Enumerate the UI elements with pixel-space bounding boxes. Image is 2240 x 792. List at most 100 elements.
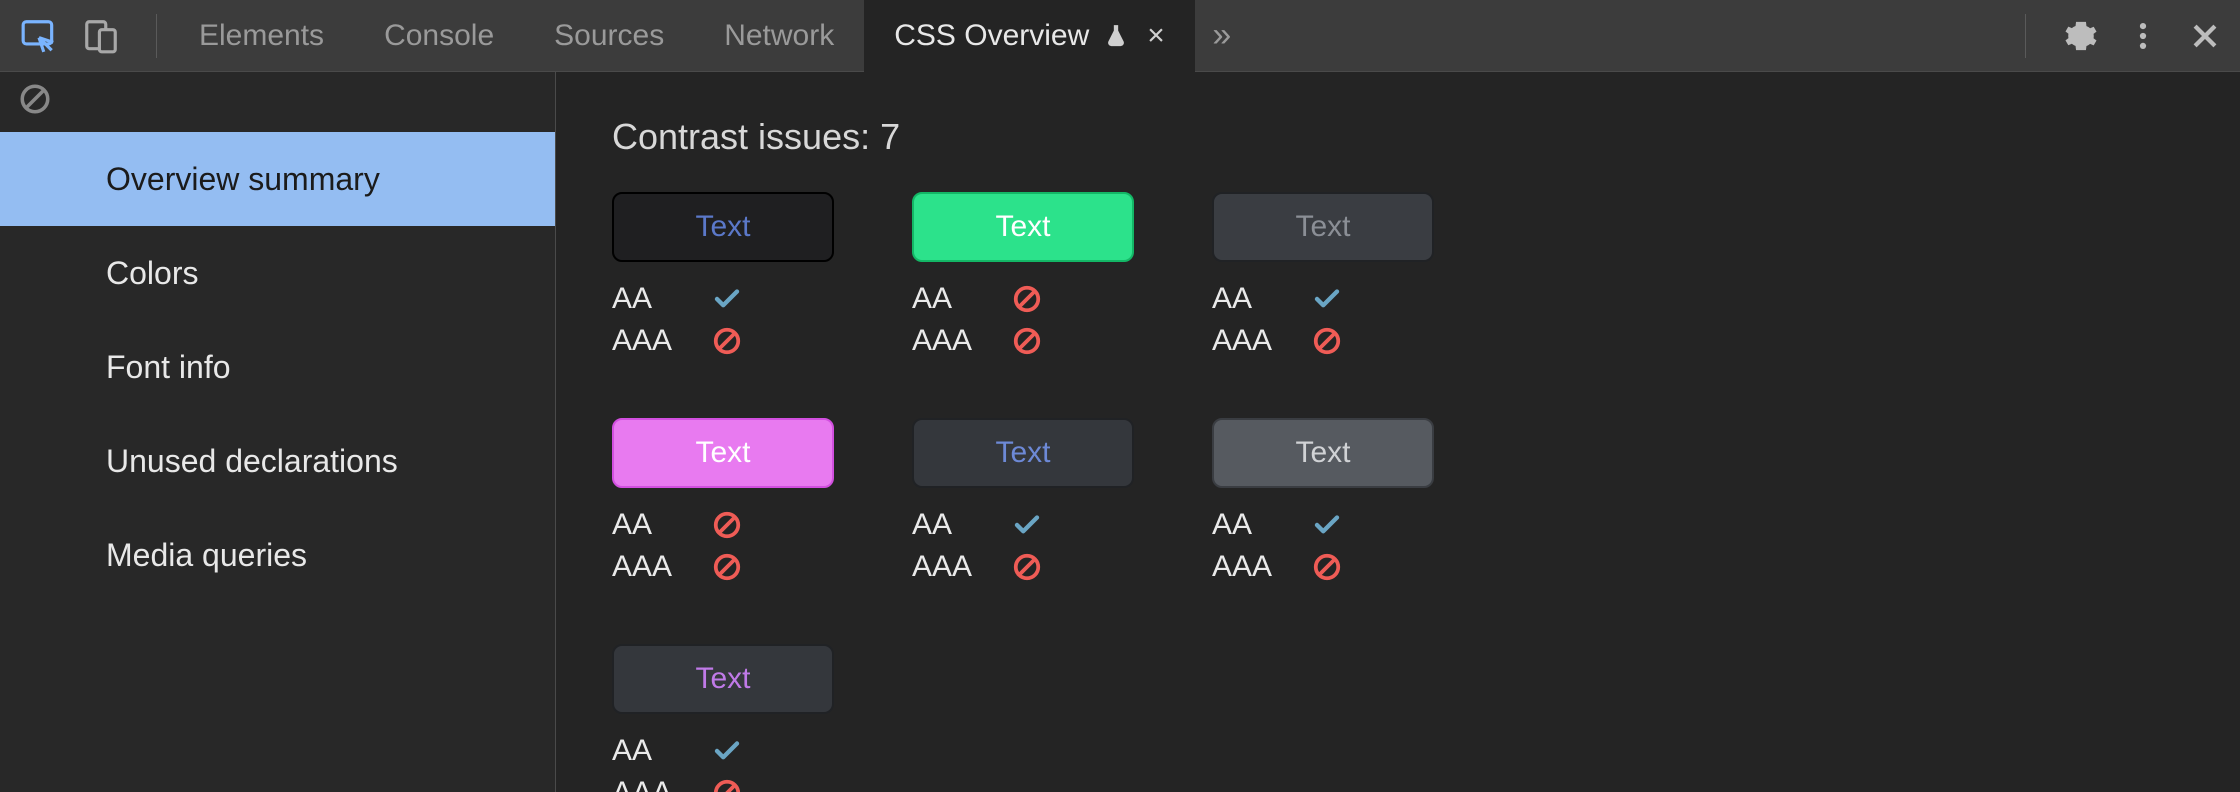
fail-icon	[1312, 326, 1342, 356]
tab-elements[interactable]: Elements	[169, 0, 354, 72]
tab-network[interactable]: Network	[694, 0, 864, 72]
rating-label: AA	[612, 508, 712, 542]
contrast-ratings: AA AAA	[912, 504, 1134, 588]
inspect-element-icon[interactable]	[20, 17, 58, 55]
rating-row-aa: AA	[612, 278, 834, 320]
rating-label: AAA	[612, 776, 712, 792]
rating-label: AAA	[912, 324, 1012, 358]
rating-row-aaa: AAA	[912, 320, 1134, 362]
rating-label: AAA	[1212, 324, 1312, 358]
chevrons-icon: »	[1212, 16, 1231, 55]
contrast-swatch-block: Text AA AAA	[1212, 192, 1434, 362]
rating-row-aaa: AAA	[612, 320, 834, 362]
contrast-swatch[interactable]: Text	[612, 644, 834, 714]
rating-row-aaa: AAA	[612, 772, 834, 792]
rating-row-aa: AA	[1212, 504, 1434, 546]
rating-label: AAA	[1212, 550, 1312, 584]
rating-label: AA	[612, 282, 712, 316]
sidebar-item-colors[interactable]: Colors	[0, 226, 555, 320]
fail-icon	[712, 510, 742, 540]
rating-row-aaa: AAA	[912, 546, 1134, 588]
experimental-flask-icon	[1103, 23, 1129, 49]
contrast-ratings: AA AAA	[612, 730, 834, 792]
sidebar-item-label: Media queries	[106, 537, 307, 574]
check-icon	[1012, 510, 1042, 540]
tab-label: Network	[724, 19, 834, 53]
clear-overview-icon[interactable]	[18, 82, 52, 123]
check-icon	[1312, 510, 1342, 540]
contrast-issues-heading: Contrast issues: 7	[612, 116, 2184, 158]
css-overview-main: Contrast issues: 7 TextAA AAA TextAA AAA…	[556, 72, 2240, 792]
rating-row-aa: AA	[612, 504, 834, 546]
contrast-swatch-block: Text AA AAA	[1212, 418, 1434, 588]
separator	[156, 14, 157, 58]
sidebar-item-media-queries[interactable]: Media queries	[0, 508, 555, 602]
contrast-ratings: AA AAA	[612, 278, 834, 362]
contrast-swatch-block: Text AA AAA	[912, 192, 1134, 362]
rating-label: AA	[612, 734, 712, 768]
rating-label: AA	[912, 282, 1012, 316]
fail-icon	[1012, 552, 1042, 582]
sidebar-item-label: Colors	[106, 255, 198, 292]
check-icon	[712, 736, 742, 766]
contrast-swatch[interactable]: Text	[1212, 192, 1434, 262]
rating-label: AA	[1212, 282, 1312, 316]
check-icon	[1312, 284, 1342, 314]
contrast-swatch[interactable]: Text	[1212, 418, 1434, 488]
tab-sources[interactable]: Sources	[524, 0, 694, 72]
sidebar-item-label: Overview summary	[106, 161, 380, 198]
panel-body: Overview summary Colors Font info Unused…	[0, 72, 2240, 792]
contrast-ratings: AA AAA	[1212, 278, 1434, 362]
rating-row-aa: AA	[1212, 278, 1434, 320]
contrast-swatch-block: Text AA AAA	[912, 418, 1134, 588]
fail-icon	[1012, 326, 1042, 356]
close-tab-icon[interactable]: ×	[1147, 21, 1165, 51]
fail-icon	[1012, 284, 1042, 314]
rating-label: AA	[1212, 508, 1312, 542]
css-overview-sidebar: Overview summary Colors Font info Unused…	[0, 72, 556, 792]
tabs-overflow-button[interactable]: »	[1195, 16, 1249, 55]
rating-row-aaa: AAA	[1212, 320, 1434, 362]
separator	[2025, 14, 2026, 58]
tab-console[interactable]: Console	[354, 0, 524, 72]
tab-label: Console	[384, 19, 494, 53]
tabbar-right-tools	[2013, 14, 2224, 58]
contrast-swatch-grid: Text AA AAA Text AA AAA Text AA AAA Text AA …	[612, 192, 1712, 792]
contrast-swatch[interactable]: Text	[612, 418, 834, 488]
sidebar-items: Overview summary Colors Font info Unused…	[0, 132, 555, 602]
tab-label: CSS Overview	[894, 19, 1089, 53]
rating-row-aa: AA	[612, 730, 834, 772]
contrast-swatch-block: Text AA AAA	[612, 192, 834, 362]
contrast-swatch[interactable]: Text	[912, 192, 1134, 262]
devtools-tabbar: Elements Console Sources Network CSS Ove…	[0, 0, 2240, 72]
sidebar-item-overview-summary[interactable]: Overview summary	[0, 132, 555, 226]
rating-label: AAA	[612, 550, 712, 584]
tab-label: Elements	[199, 19, 324, 53]
sidebar-item-unused-declarations[interactable]: Unused declarations	[0, 414, 555, 508]
sidebar-item-label: Font info	[106, 349, 231, 386]
tab-css-overview[interactable]: CSS Overview ×	[864, 0, 1195, 72]
settings-gear-icon[interactable]	[2062, 17, 2100, 55]
rating-row-aaa: AAA	[1212, 546, 1434, 588]
tab-label: Sources	[554, 19, 664, 53]
kebab-menu-icon[interactable]	[2124, 17, 2162, 55]
contrast-ratings: AA AAA	[912, 278, 1134, 362]
check-icon	[712, 284, 742, 314]
rating-label: AAA	[912, 550, 1012, 584]
sidebar-item-font-info[interactable]: Font info	[0, 320, 555, 414]
fail-icon	[1312, 552, 1342, 582]
tabbar-left-tools	[20, 14, 169, 58]
fail-icon	[712, 778, 742, 792]
fail-icon	[712, 326, 742, 356]
sidebar-toolbar	[0, 72, 555, 132]
contrast-ratings: AA AAA	[1212, 504, 1434, 588]
contrast-swatch[interactable]: Text	[612, 192, 834, 262]
rating-label: AA	[912, 508, 1012, 542]
toggle-device-icon[interactable]	[82, 17, 120, 55]
close-devtools-icon[interactable]	[2186, 17, 2224, 55]
contrast-swatch-block: Text AA AAA	[612, 418, 834, 588]
rating-row-aa: AA	[912, 504, 1134, 546]
rating-row-aa: AA	[912, 278, 1134, 320]
panel-tabs: Elements Console Sources Network CSS Ove…	[169, 0, 1195, 72]
contrast-swatch[interactable]: Text	[912, 418, 1134, 488]
